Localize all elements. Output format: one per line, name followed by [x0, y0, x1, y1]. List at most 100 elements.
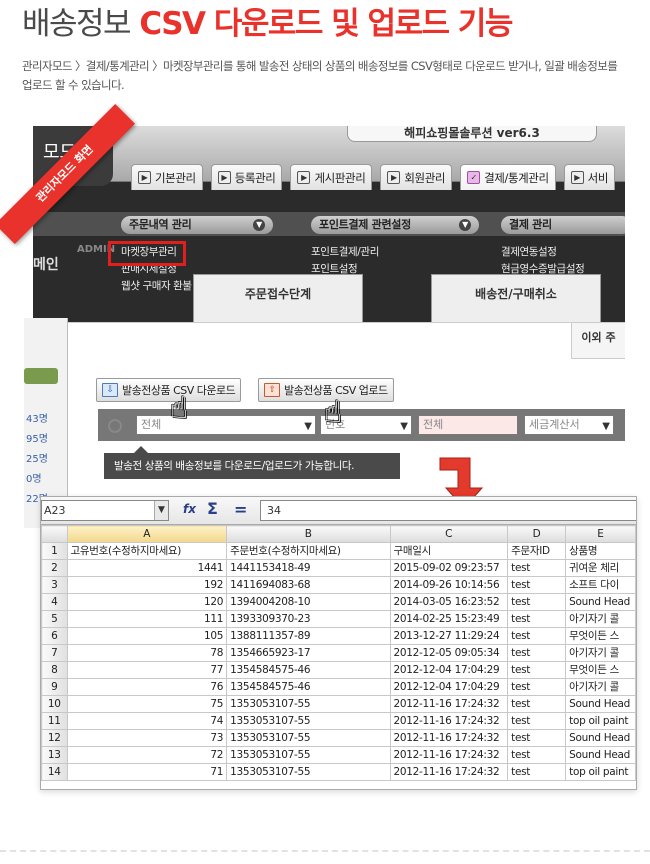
table-cell[interactable]: test [507, 695, 567, 713]
table-cell[interactable]: 75 [66, 695, 228, 713]
tab-basic[interactable]: ▶ 기본관리 [131, 164, 203, 190]
row-number[interactable]: 5 [41, 610, 68, 628]
submenu-head-points[interactable]: 포인트결제 관련설정 ▼ [311, 216, 479, 234]
tab-board[interactable]: ▶ 게시판관리 [290, 164, 373, 190]
table-cell[interactable]: test [507, 627, 567, 645]
row-number[interactable]: 7 [41, 644, 68, 662]
table-cell[interactable]: 77 [66, 661, 228, 679]
table-cell[interactable]: test [507, 576, 567, 594]
formula-input[interactable]: 34 [260, 500, 636, 521]
row-number[interactable]: 1 [41, 542, 68, 560]
row-number[interactable]: 4 [41, 593, 68, 611]
table-cell[interactable]: 72 [66, 746, 228, 764]
table-cell[interactable]: 1353053107-55 [226, 763, 391, 781]
header-cell[interactable]: 주문번호(수정하지마세요) [226, 542, 391, 560]
table-cell[interactable]: test [507, 644, 567, 662]
table-cell[interactable]: 1353053107-55 [226, 695, 391, 713]
link-payment-link[interactable]: 결제연동설정 [501, 244, 584, 261]
column-header[interactable]: A [66, 525, 228, 543]
table-cell[interactable]: 무엇이든 스 [565, 627, 636, 645]
search-icon[interactable] [108, 419, 122, 433]
table-cell[interactable]: 귀여운 체리 [565, 559, 636, 577]
header-cell[interactable]: 고유번호(수정하지마세요) [66, 542, 228, 560]
table-cell[interactable]: 2012-11-16 17:24:32 [389, 712, 509, 730]
table-cell[interactable]: 소프트 다이 [565, 576, 636, 594]
table-cell[interactable]: top oil paint [565, 712, 636, 730]
tab-payment-stats[interactable]: ✓ 결제/통계관리 [460, 164, 556, 190]
function-wizard-icon[interactable]: fx [183, 502, 196, 516]
row-number[interactable]: 9 [41, 678, 68, 696]
table-cell[interactable]: 2014-09-26 10:14:56 [389, 576, 509, 594]
row-number[interactable]: 6 [41, 627, 68, 645]
table-cell[interactable]: test [507, 661, 567, 679]
header-cell[interactable]: 상품명 [565, 542, 636, 560]
table-cell[interactable]: 111 [66, 610, 228, 628]
table-cell[interactable]: test [507, 712, 567, 730]
table-cell[interactable]: 2012-11-16 17:24:32 [389, 746, 509, 764]
submenu-head-payment[interactable]: 결제 관리 [501, 216, 625, 234]
row-number[interactable]: 10 [41, 695, 68, 713]
table-cell[interactable]: 1393309370-23 [226, 610, 391, 628]
table-cell[interactable]: Sound Head [565, 746, 636, 764]
table-cell[interactable]: 2012-12-05 09:05:34 [389, 644, 509, 662]
table-cell[interactable]: 1354584575-46 [226, 661, 391, 679]
header-cell[interactable]: 구매일시 [389, 542, 509, 560]
table-cell[interactable]: 2012-11-16 17:24:32 [389, 763, 509, 781]
table-cell[interactable]: 아기자기 콜 [565, 678, 636, 696]
table-cell[interactable]: 아기자기 콜 [565, 610, 636, 628]
table-cell[interactable]: 76 [66, 678, 228, 696]
table-cell[interactable]: test [507, 559, 567, 577]
formula-icon[interactable]: = [234, 500, 247, 519]
table-cell[interactable]: 아기자기 콜 [565, 644, 636, 662]
table-cell[interactable]: 1411694083-68 [226, 576, 391, 594]
table-cell[interactable]: 1353053107-55 [226, 729, 391, 747]
sum-icon[interactable]: Σ [207, 499, 218, 518]
table-cell[interactable]: 1388111357-89 [226, 627, 391, 645]
column-header[interactable]: D [507, 525, 567, 543]
table-cell[interactable]: 78 [66, 644, 228, 662]
tab-member[interactable]: ▶ 회원관리 [380, 164, 453, 190]
table-cell[interactable]: 71 [66, 763, 228, 781]
table-cell[interactable]: test [507, 729, 567, 747]
table-cell[interactable]: 73 [66, 729, 228, 747]
row-number[interactable]: 2 [41, 559, 68, 577]
submenu-head-orders[interactable]: 주문내역 관리 ▼ [121, 216, 273, 234]
tab-service[interactable]: ▶ 서비 [563, 164, 616, 190]
corner-cell[interactable] [41, 525, 68, 543]
invoice-select[interactable]: 세금계산서 ▼ [524, 415, 614, 435]
table-cell[interactable]: 105 [66, 627, 228, 645]
csv-download-button[interactable]: ⇩ 발송전상품 CSV 다운로드 [96, 378, 242, 402]
header-cell[interactable]: 주문자ID [507, 542, 567, 560]
table-cell[interactable]: 1441153418-49 [226, 559, 391, 577]
status-select[interactable]: 전체 ▼ [136, 415, 316, 435]
link-point-payment[interactable]: 포인트결제/관리 [311, 244, 379, 261]
link-refund[interactable]: 웹샷 구매자 환불 [121, 278, 192, 295]
type-select[interactable]: 전체 [418, 415, 518, 435]
row-number[interactable]: 12 [41, 729, 68, 747]
table-cell[interactable]: test [507, 678, 567, 696]
table-cell[interactable]: 2013-12-27 11:29:24 [389, 627, 509, 645]
table-cell[interactable]: 2012-11-16 17:24:32 [389, 729, 509, 747]
table-cell[interactable]: 1353053107-55 [226, 746, 391, 764]
table-cell[interactable]: Sound Head [565, 695, 636, 713]
table-cell[interactable]: top oil paint [565, 763, 636, 781]
table-cell[interactable]: test [507, 746, 567, 764]
row-number[interactable]: 3 [41, 576, 68, 594]
table-cell[interactable]: Sound Head [565, 729, 636, 747]
table-cell[interactable]: Sound Head [565, 593, 636, 611]
table-cell[interactable]: 1394004208-10 [226, 593, 391, 611]
row-number[interactable]: 14 [41, 763, 68, 781]
table-cell[interactable]: 1441 [66, 559, 228, 577]
table-cell[interactable]: 1354584575-46 [226, 678, 391, 696]
table-cell[interactable]: 74 [66, 712, 228, 730]
namebox[interactable]: A23 ▼ [41, 500, 169, 521]
table-cell[interactable]: test [507, 593, 567, 611]
table-cell[interactable]: 2012-12-04 17:04:29 [389, 678, 509, 696]
tab-register[interactable]: ▶ 등록관리 [210, 164, 283, 190]
table-cell[interactable]: 2012-12-04 17:04:29 [389, 661, 509, 679]
table-cell[interactable]: 2015-09-02 09:23:57 [389, 559, 509, 577]
column-header[interactable]: B [226, 525, 391, 543]
table-cell[interactable]: 192 [66, 576, 228, 594]
table-cell[interactable]: 무엇이든 스 [565, 661, 636, 679]
table-cell[interactable]: 2012-11-16 17:24:32 [389, 695, 509, 713]
